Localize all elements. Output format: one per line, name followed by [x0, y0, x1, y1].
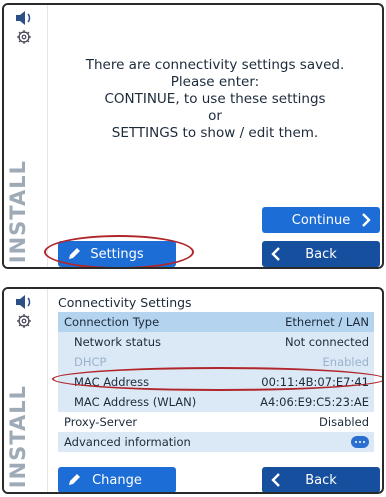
install-label: INSTALL [6, 159, 30, 263]
message-line: CONTINUE, to use these settings [104, 91, 326, 107]
row-connection-type[interactable]: Connection Type Ethernet / LAN [58, 312, 374, 332]
row-network-status[interactable]: Network status Not connected [58, 332, 374, 352]
install-label: INSTALL [6, 384, 30, 488]
settings-list: Connection Type Ethernet / LAN Network s… [58, 312, 374, 452]
settings-label: Settings [90, 246, 144, 262]
row-dhcp[interactable]: DHCP Enabled [58, 352, 374, 372]
row-mac-address[interactable]: MAC Address 00:11:4B:07:E7:41 [58, 372, 374, 392]
row-value: Disabled [319, 415, 369, 429]
chevron-right-icon [362, 213, 371, 227]
connectivity-settings-screen: INSTALL Connectivity Settings Connection… [2, 287, 384, 494]
message-line: Please enter: [170, 74, 260, 90]
gear-icon[interactable] [16, 29, 32, 45]
more-icon[interactable] [351, 436, 369, 448]
row-value: Enabled [322, 355, 369, 369]
message-line: or [208, 108, 222, 124]
back-button[interactable]: Back [262, 241, 380, 267]
row-label: MAC Address [74, 375, 150, 389]
sidebar: INSTALL [4, 5, 48, 267]
back-label: Back [305, 246, 337, 262]
row-value: Not connected [284, 335, 369, 349]
confirm-settings-screen: INSTALL There are connectivity settings … [2, 3, 384, 269]
row-label: Connection Type [64, 315, 160, 329]
gear-icon[interactable] [16, 313, 32, 329]
settings-button[interactable]: Settings [58, 241, 176, 267]
page-title: Connectivity Settings [58, 295, 192, 310]
row-label: DHCP [74, 355, 107, 369]
sidebar: INSTALL [4, 289, 48, 492]
continue-button[interactable]: Continue [262, 207, 380, 233]
speaker-icon[interactable] [14, 294, 36, 310]
chevron-left-icon [271, 473, 280, 487]
row-mac-address-wlan[interactable]: MAC Address (WLAN) A4:06:E9:C5:23:AE [58, 392, 374, 412]
change-label: Change [92, 472, 142, 488]
row-value: A4:06:E9:C5:23:AE [260, 395, 369, 409]
row-value: 00:11:4B:07:E7:41 [261, 375, 369, 389]
row-label: Network status [74, 335, 162, 349]
row-proxy-server[interactable]: Proxy-Server Disabled [58, 412, 374, 432]
pencil-icon [69, 474, 80, 485]
back-label: Back [305, 472, 337, 488]
speaker-icon[interactable] [14, 10, 36, 26]
message-line: SETTINGS to show / edit them. [111, 125, 319, 141]
row-value: Ethernet / LAN [285, 315, 369, 329]
back-button[interactable]: Back [262, 467, 380, 492]
continue-label: Continue [291, 212, 351, 228]
change-button[interactable]: Change [58, 467, 176, 492]
row-label: Proxy-Server [64, 415, 138, 429]
row-label: Advanced information [64, 435, 191, 449]
chevron-left-icon [271, 247, 280, 261]
row-advanced-information[interactable]: Advanced information [58, 432, 374, 452]
row-label: MAC Address (WLAN) [74, 395, 197, 409]
message-line: There are connectivity settings saved. [85, 57, 345, 73]
info-message: There are connectivity settings saved. P… [48, 57, 382, 142]
pencil-icon [69, 248, 80, 259]
